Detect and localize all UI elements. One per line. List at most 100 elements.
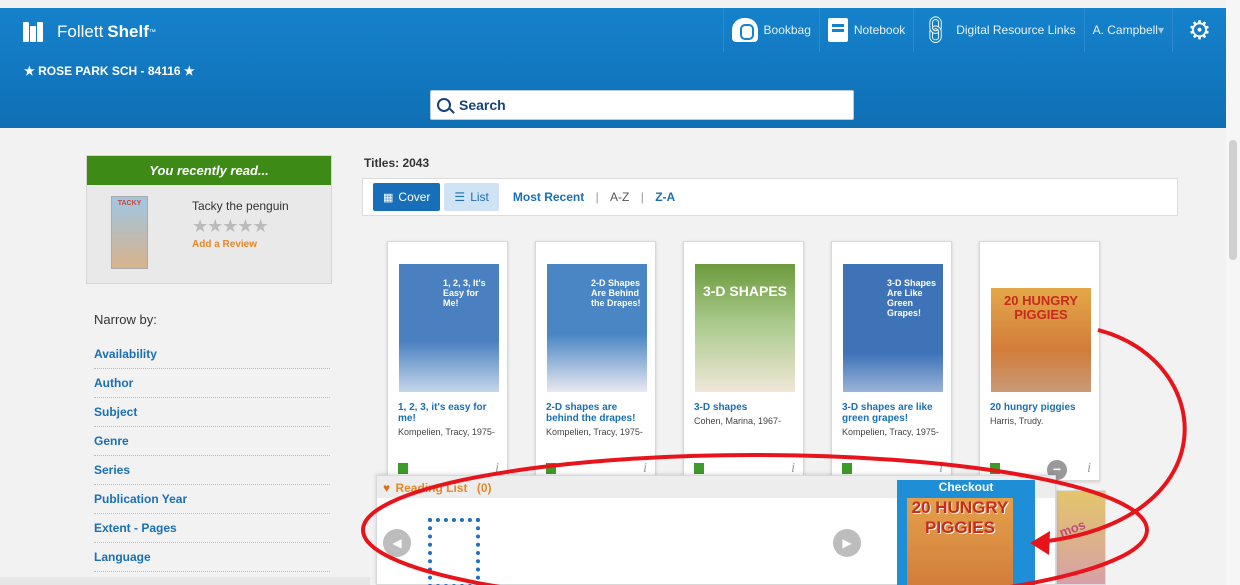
book-cover-text: 2-D Shapes Are Behind the Drapes!: [591, 278, 641, 308]
digital-resource-links[interactable]: 🔗︎ Digital Resource Links: [913, 8, 1083, 52]
notebook-icon: [827, 18, 848, 42]
user-name: A. Campbell: [1092, 23, 1158, 37]
scrollbar-thumb[interactable]: [1229, 140, 1237, 260]
notebook-label: Notebook: [853, 23, 906, 37]
reading-list-panel: ♥ Reading List (0) ◀ ▶ Checkout 20 HUNGR…: [376, 475, 1056, 585]
book-cover[interactable]: 20 HUNGRY PIGGIES: [991, 288, 1091, 392]
digital-resource-label: Digital Resource Links: [956, 23, 1076, 37]
book-card[interactable]: 3-D Shapes Are Like Green Grapes! 3-D sh…: [831, 241, 952, 481]
book-card[interactable]: 1, 2, 3, It's Easy for Me! 1, 2, 3, it's…: [387, 241, 508, 481]
facet-publication-year[interactable]: Publication Year: [94, 485, 330, 514]
checkout-drag-preview[interactable]: Checkout 20 HUNGRY PIGGIES: [897, 480, 1035, 585]
sort-separator: |: [595, 190, 599, 204]
sort-options: Most Recent | A-Z | Z-A: [513, 190, 675, 204]
search-label: Search: [459, 97, 506, 113]
reading-list-title: Reading List: [395, 481, 468, 495]
cover-view-label: Cover: [398, 190, 431, 204]
chain-link-icon: 🔗︎: [917, 10, 955, 49]
facet-genre[interactable]: Genre: [94, 427, 330, 456]
book-title[interactable]: 2-D shapes are behind the drapes!: [546, 402, 650, 424]
rating-stars[interactable]: ★★★★★: [192, 216, 269, 237]
status-bar: [0, 577, 370, 585]
reading-list-count: (0): [476, 481, 492, 495]
scroll-left-button[interactable]: ◀: [383, 529, 411, 557]
facet-availability[interactable]: Availability: [94, 340, 330, 369]
bookbag-icon: [731, 18, 758, 42]
user-menu[interactable]: A. Campbell: [1083, 8, 1172, 52]
book-cover-text: 1, 2, 3, It's Easy for Me!: [443, 278, 486, 308]
book-title[interactable]: 1, 2, 3, it's easy for me!: [398, 402, 502, 424]
book-card[interactable]: 3-D SHAPES 3-D shapes Cohen, Marina, 196…: [683, 241, 804, 481]
book-cover-peek[interactable]: mos: [1056, 490, 1106, 585]
arrow-right-icon: ▶: [842, 536, 852, 550]
book-author: Kompelien, Tracy, 1975-: [546, 427, 643, 437]
titles-count: Titles: 2043: [364, 156, 430, 170]
recent-book-title[interactable]: Tacky the penguin: [192, 199, 289, 213]
ebook-icon: [990, 463, 1000, 474]
sort-a-z[interactable]: A-Z: [610, 190, 629, 204]
book-cover[interactable]: 3-D Shapes Are Like Green Grapes!: [843, 264, 943, 392]
list-icon: ☰: [454, 190, 466, 204]
book-card[interactable]: 2-D Shapes Are Behind the Drapes! 2-D sh…: [535, 241, 656, 481]
book-cover-text: 3-D Shapes Are Like Green Grapes!: [887, 278, 937, 318]
book-title[interactable]: 3-D shapes are like green grapes!: [842, 402, 946, 424]
book-cover[interactable]: 2-D Shapes Are Behind the Drapes!: [547, 264, 647, 392]
sort-separator: |: [640, 190, 644, 204]
add-review-link[interactable]: Add a Review: [192, 239, 257, 250]
sort-most-recent[interactable]: Most Recent: [513, 190, 584, 204]
bookbag-link[interactable]: Bookbag: [722, 8, 819, 52]
checkout-cover-text: 20 HUNGRY PIGGIES: [911, 498, 1009, 537]
book-cover[interactable]: 1, 2, 3, It's Easy for Me!: [399, 264, 499, 392]
settings-button[interactable]: ⚙: [1172, 8, 1226, 52]
brand-product: Shelf: [107, 22, 149, 41]
arrow-left-icon: ◀: [392, 536, 402, 550]
book-author: Harris, Trudy.: [990, 416, 1044, 426]
books-logo-icon: [23, 22, 49, 42]
brand-trademark: ™: [148, 28, 156, 36]
book-cover-text: 20 HUNGRY PIGGIES: [1004, 293, 1078, 322]
facet-subject[interactable]: Subject: [94, 398, 330, 427]
ebook-icon: [842, 463, 852, 474]
ebook-icon: [694, 463, 704, 474]
checkout-book-cover: 20 HUNGRY PIGGIES: [907, 498, 1013, 585]
vertical-scrollbar[interactable]: [1226, 0, 1240, 585]
book-author: Kompelien, Tracy, 1975-: [842, 427, 939, 437]
facet-extent-pages[interactable]: Extent - Pages: [94, 514, 330, 543]
peek-cover-text: mos: [1057, 516, 1088, 541]
sort-z-a[interactable]: Z-A: [655, 190, 675, 204]
book-author: Cohen, Marina, 1967-: [694, 416, 782, 426]
list-view-button[interactable]: ☰ List: [444, 183, 499, 211]
book-cover[interactable]: 3-D SHAPES: [695, 264, 795, 392]
facet-list: Availability Author Subject Genre Series…: [94, 340, 330, 572]
heart-icon: ♥: [383, 481, 391, 495]
book-title[interactable]: 20 hungry piggies: [990, 402, 1094, 413]
school-name: ★ ROSE PARK SCH - 84116 ★: [24, 64, 195, 78]
facet-series[interactable]: Series: [94, 456, 330, 485]
facet-author[interactable]: Author: [94, 369, 330, 398]
facet-language[interactable]: Language: [94, 543, 330, 572]
grid-icon: ▦: [383, 191, 394, 204]
info-icon[interactable]: i: [1087, 461, 1091, 477]
book-author: Kompelien, Tracy, 1975-: [398, 427, 495, 437]
scroll-right-button[interactable]: ▶: [833, 529, 861, 557]
narrow-by-title: Narrow by:: [94, 312, 157, 327]
search-box[interactable]: Search: [430, 90, 854, 120]
drop-target-slot[interactable]: [428, 518, 480, 585]
ebook-icon: [398, 463, 408, 474]
top-header: Follett Shelf ™ ★ ROSE PARK SCH - 84116 …: [0, 8, 1226, 128]
book-card[interactable]: 20 HUNGRY PIGGIES 20 hungry piggies Harr…: [979, 241, 1100, 481]
notebook-link[interactable]: Notebook: [818, 8, 913, 52]
brand-name: Follett: [57, 22, 104, 41]
checkout-label: Checkout: [938, 480, 994, 494]
follett-shelf-logo[interactable]: Follett Shelf ™: [23, 22, 156, 42]
book-title[interactable]: 3-D shapes: [694, 402, 798, 413]
recently-read-heading: You recently read...: [87, 156, 331, 185]
recently-read-panel: You recently read... TACKY Tacky the pen…: [86, 155, 332, 284]
list-view-label: List: [470, 190, 489, 204]
cover-view-button[interactable]: ▦ Cover: [373, 183, 441, 211]
gear-icon: ⚙: [1187, 14, 1212, 45]
recent-book-cover[interactable]: TACKY: [111, 196, 148, 269]
ebook-icon: [546, 463, 556, 474]
top-nav: Bookbag Notebook 🔗︎ Digital Resource Lin…: [722, 8, 1226, 52]
reading-list-label[interactable]: ♥ Reading List (0): [383, 481, 492, 495]
